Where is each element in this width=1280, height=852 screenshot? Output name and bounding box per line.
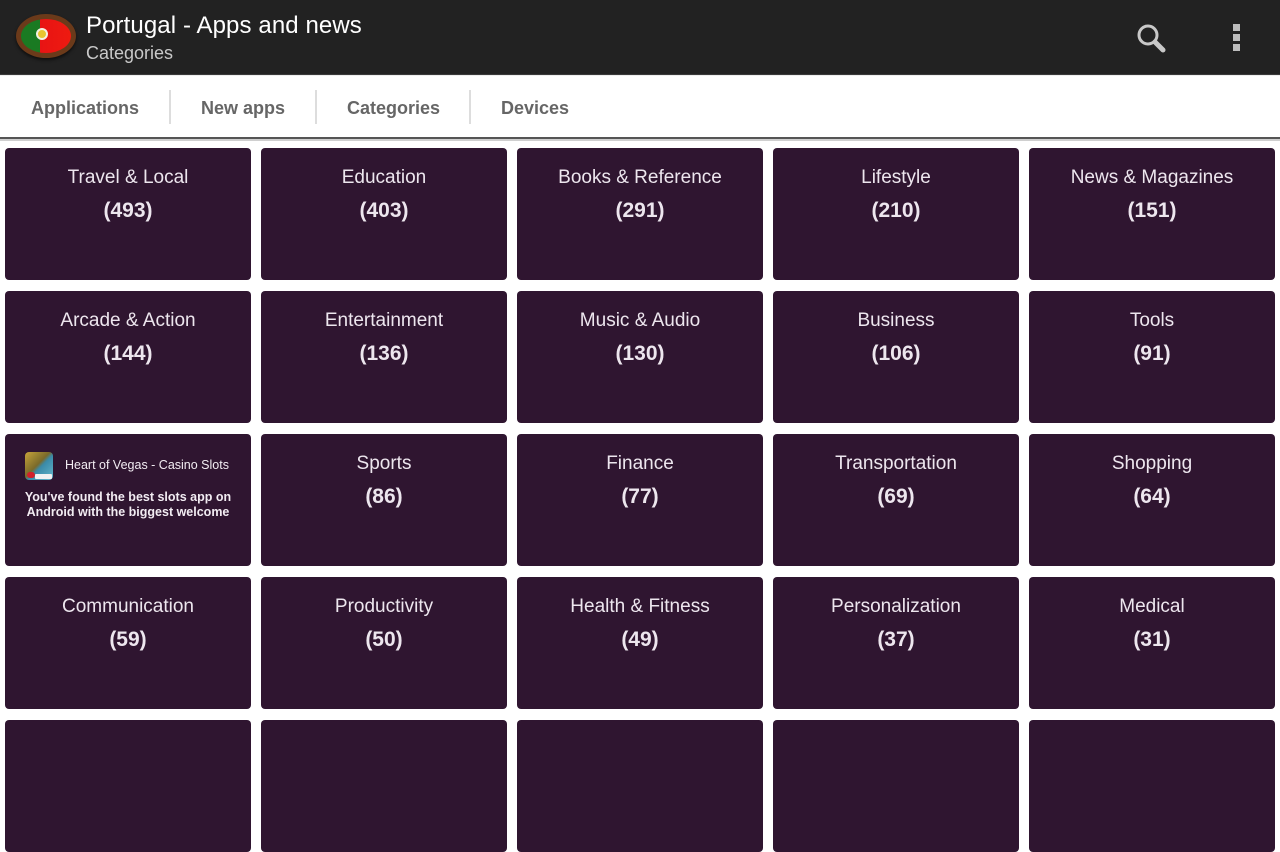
category-count: (49) bbox=[621, 628, 659, 651]
ad-title: Heart of Vegas - Casino Slots bbox=[65, 458, 229, 472]
category-tile-partial[interactable] bbox=[5, 720, 251, 852]
app-subtitle: Categories bbox=[86, 43, 174, 63]
category-name: Shopping bbox=[1111, 453, 1193, 474]
category-tile-health-fitness[interactable]: Health & Fitness (49) bbox=[517, 577, 763, 709]
tab-applications[interactable]: Applications bbox=[31, 90, 139, 126]
ad-body: You've found the best slots app on Andro… bbox=[24, 490, 232, 519]
category-name: Health & Fitness bbox=[570, 596, 710, 617]
category-name: Travel & Local bbox=[67, 167, 189, 188]
category-grid: Travel & Local (493) Education (403) Boo… bbox=[5, 148, 1275, 852]
vegas-label-glyph bbox=[35, 474, 52, 479]
tab-divider bbox=[315, 90, 317, 124]
category-name: Lifestyle bbox=[861, 167, 931, 188]
category-tile-news-magazines[interactable]: News & Magazines (151) bbox=[1029, 148, 1275, 280]
category-tile-tools[interactable]: Tools (91) bbox=[1029, 291, 1275, 423]
category-count: (77) bbox=[621, 485, 659, 508]
app-title: Portugal - Apps and news bbox=[86, 12, 362, 39]
category-tile-medical[interactable]: Medical (31) bbox=[1029, 577, 1275, 709]
category-count: (37) bbox=[877, 628, 915, 651]
search-button[interactable] bbox=[1132, 20, 1172, 56]
category-name: Arcade & Action bbox=[60, 310, 196, 331]
tab-bar: Applications New apps Categories Devices bbox=[0, 75, 1280, 138]
tab-divider bbox=[469, 90, 471, 124]
category-tile-transportation[interactable]: Transportation (69) bbox=[773, 434, 1019, 566]
category-tile-finance[interactable]: Finance (77) bbox=[517, 434, 763, 566]
category-tile-books-reference[interactable]: Books & Reference (291) bbox=[517, 148, 763, 280]
category-name: Books & Reference bbox=[558, 167, 722, 188]
category-tile-partial[interactable] bbox=[261, 720, 507, 852]
category-count: (91) bbox=[1133, 342, 1171, 365]
category-count: (106) bbox=[871, 342, 921, 365]
tab-divider bbox=[169, 90, 171, 124]
category-name: Personalization bbox=[831, 596, 961, 617]
category-count: (69) bbox=[877, 485, 915, 508]
category-tile-partial[interactable] bbox=[773, 720, 1019, 852]
category-name: Finance bbox=[606, 453, 674, 474]
category-count: (86) bbox=[365, 485, 403, 508]
category-count: (151) bbox=[1127, 199, 1177, 222]
category-count: (50) bbox=[365, 628, 403, 651]
category-count: (493) bbox=[103, 199, 153, 222]
category-tile-business[interactable]: Business (106) bbox=[773, 291, 1019, 423]
heart-icon bbox=[27, 472, 35, 478]
category-tile-lifestyle[interactable]: Lifestyle (210) bbox=[773, 148, 1019, 280]
flag-crest bbox=[36, 28, 48, 40]
category-count: (64) bbox=[1133, 485, 1171, 508]
category-name: News & Magazines bbox=[1070, 167, 1234, 188]
category-tile-productivity[interactable]: Productivity (50) bbox=[261, 577, 507, 709]
category-name: Music & Audio bbox=[579, 310, 701, 331]
category-tile-personalization[interactable]: Personalization (37) bbox=[773, 577, 1019, 709]
tab-devices[interactable]: Devices bbox=[501, 90, 569, 126]
category-tile-education[interactable]: Education (403) bbox=[261, 148, 507, 280]
category-name: Medical bbox=[1119, 596, 1185, 617]
overflow-menu-button[interactable] bbox=[1222, 20, 1254, 56]
heart-of-vegas-app-icon bbox=[25, 452, 53, 480]
category-tile-entertainment[interactable]: Entertainment (136) bbox=[261, 291, 507, 423]
category-tile-travel-local[interactable]: Travel & Local (493) bbox=[5, 148, 251, 280]
category-tile-communication[interactable]: Communication (59) bbox=[5, 577, 251, 709]
category-count: (291) bbox=[615, 199, 665, 222]
category-name: Business bbox=[857, 310, 935, 331]
category-tile-shopping[interactable]: Shopping (64) bbox=[1029, 434, 1275, 566]
search-icon bbox=[1137, 24, 1166, 53]
category-name: Productivity bbox=[334, 596, 434, 617]
category-tile-sports[interactable]: Sports (86) bbox=[261, 434, 507, 566]
tab-categories[interactable]: Categories bbox=[347, 90, 440, 126]
category-count: (31) bbox=[1133, 628, 1171, 651]
category-count: (59) bbox=[109, 628, 147, 651]
app-bar: Portugal - Apps and news Categories bbox=[0, 0, 1280, 75]
category-count: (136) bbox=[359, 342, 409, 365]
ad-tile[interactable]: Heart of Vegas - Casino Slots You've fou… bbox=[5, 434, 251, 566]
tab-new-apps[interactable]: New apps bbox=[201, 90, 285, 126]
category-tile-partial[interactable] bbox=[1029, 720, 1275, 852]
category-count: (403) bbox=[359, 199, 409, 222]
category-tile-partial[interactable] bbox=[517, 720, 763, 852]
category-name: Entertainment bbox=[324, 310, 444, 331]
category-name: Transportation bbox=[835, 453, 957, 474]
category-count: (130) bbox=[615, 342, 665, 365]
category-name: Tools bbox=[1129, 310, 1175, 331]
category-name: Sports bbox=[356, 453, 412, 474]
category-count: (144) bbox=[103, 342, 153, 365]
category-name: Education bbox=[341, 167, 427, 188]
category-tile-arcade-action[interactable]: Arcade & Action (144) bbox=[5, 291, 251, 423]
category-count: (210) bbox=[871, 199, 921, 222]
category-name: Communication bbox=[62, 596, 194, 617]
overflow-menu-icon bbox=[1233, 24, 1240, 51]
tab-bar-divider bbox=[0, 137, 1280, 141]
category-tile-music-audio[interactable]: Music & Audio (130) bbox=[517, 291, 763, 423]
portugal-flag-icon[interactable] bbox=[16, 14, 76, 58]
